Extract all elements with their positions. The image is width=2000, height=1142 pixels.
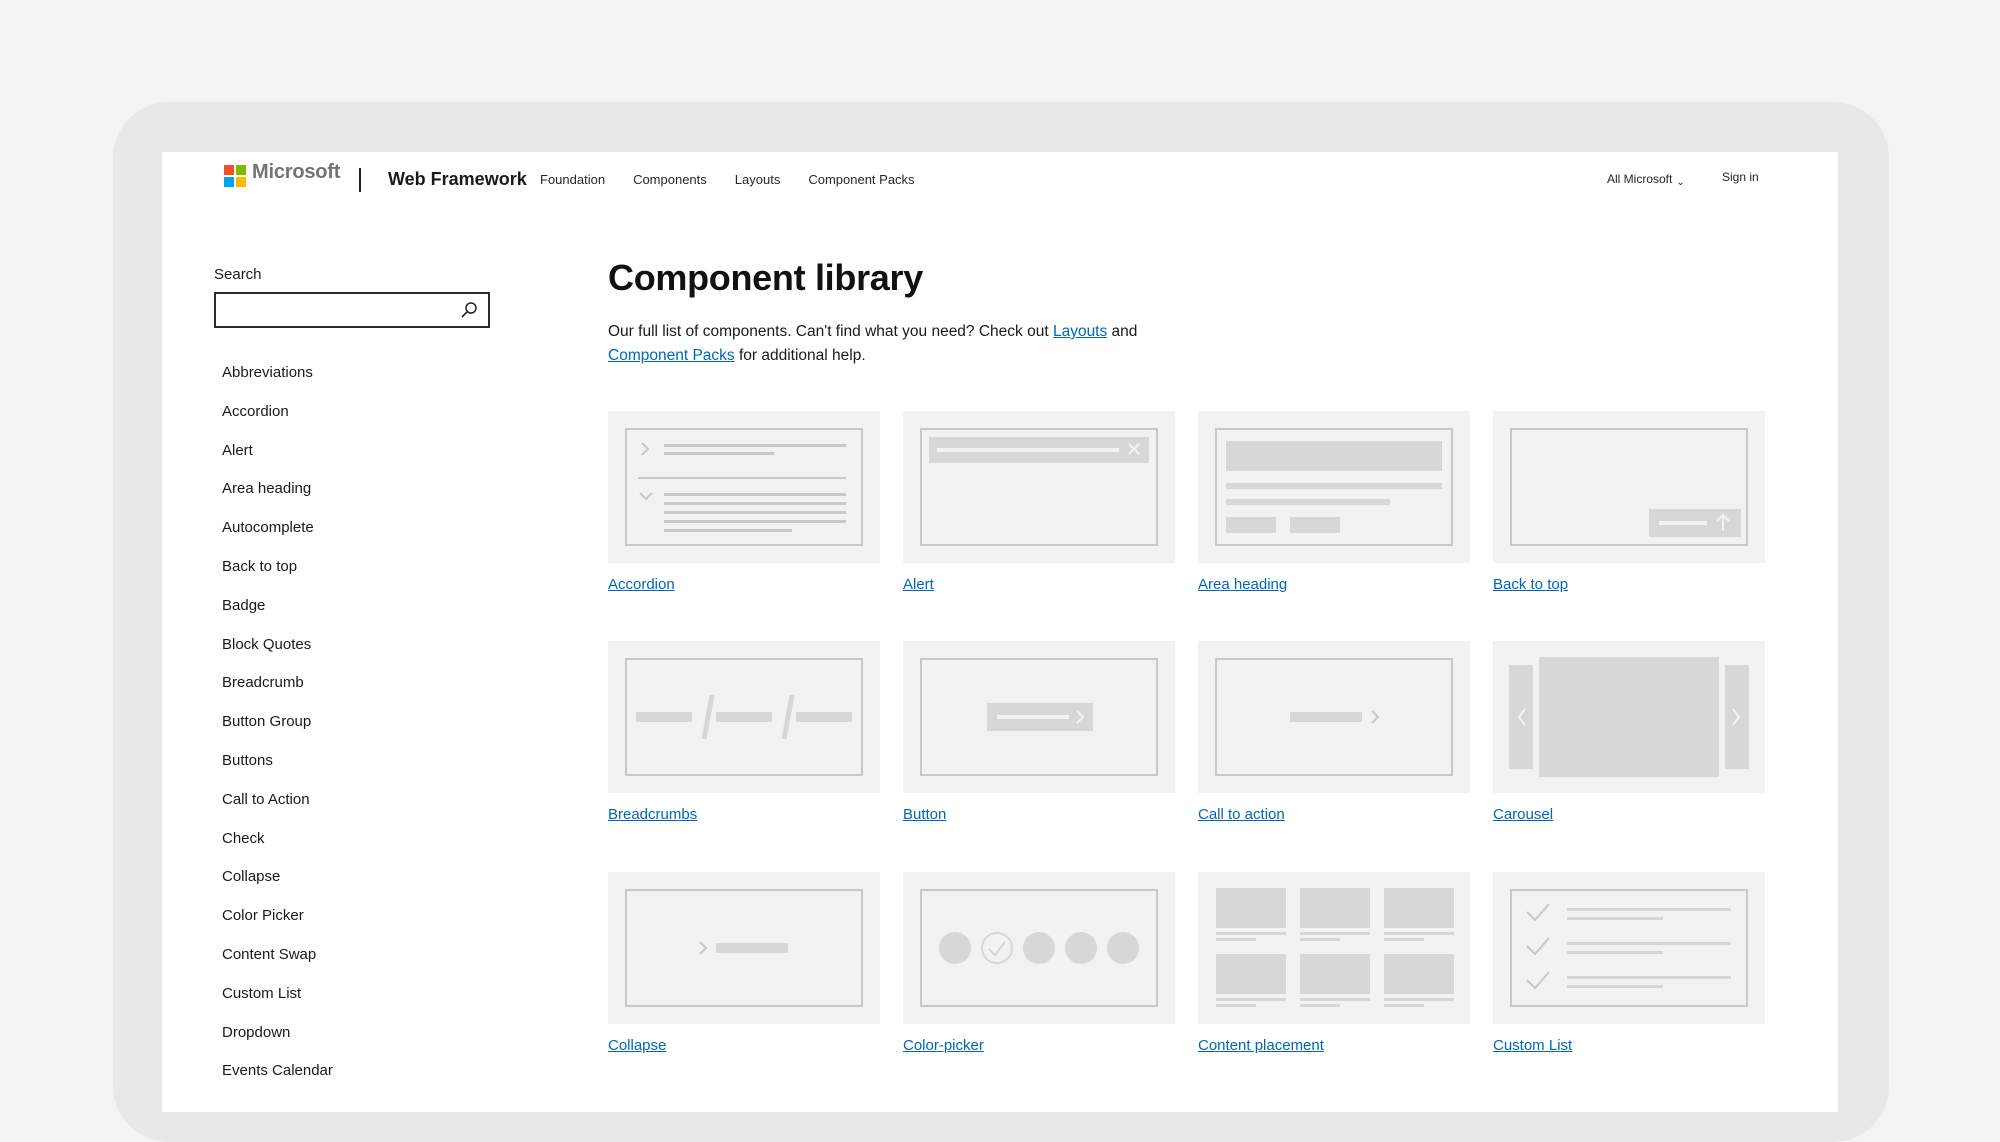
card-link-area-heading[interactable]: Area heading [1198,576,1470,593]
component-card-color-picker: Color-picker [903,872,1175,1054]
sidebar-item-alert[interactable]: Alert [222,441,333,480]
area-heading-thumbnail[interactable] [1198,411,1470,563]
component-card-custom-list: Custom List [1493,872,1765,1054]
site-title[interactable]: Web Framework [388,169,527,190]
component-packs-link[interactable]: Component Packs [608,347,735,364]
card-link-content-placement[interactable]: Content placement [1198,1037,1470,1054]
component-card-back-to-top: Back to top [1493,411,1765,593]
component-card-alert: Alert [903,411,1175,593]
card-link-button[interactable]: Button [903,806,1175,823]
browser-viewport: Microsoft Web Framework Foundation Compo… [162,152,1838,1112]
site-header: Microsoft Web Framework Foundation Compo… [162,152,1838,212]
sidebar-item-abbreviations[interactable]: Abbreviations [222,363,333,402]
carousel-thumbnail[interactable] [1493,641,1765,793]
card-link-call-to-action[interactable]: Call to action [1198,806,1470,823]
chevron-down-icon: ⌄ [1676,177,1685,188]
alert-thumbnail[interactable] [903,411,1175,563]
all-microsoft-menu[interactable]: All Microsoft ⌄ [1607,172,1685,188]
search-input[interactable] [222,294,456,326]
sidebar-item-back-to-top[interactable]: Back to top [222,557,333,596]
nav-components[interactable]: Components [633,172,707,187]
component-card-carousel: Carousel [1493,641,1765,823]
component-card-content-placement: Content placement [1198,872,1470,1054]
component-card-area-heading: Area heading [1198,411,1470,593]
card-link-breadcrumbs[interactable]: Breadcrumbs [608,806,880,823]
back-to-top-illustration-icon [1510,428,1748,546]
button-illustration-icon [920,658,1158,776]
layouts-link[interactable]: Layouts [1053,323,1107,340]
alert-illustration-icon [920,428,1158,546]
button-thumbnail[interactable] [903,641,1175,793]
breadcrumbs-illustration-icon [625,658,863,776]
sidebar-item-color-picker[interactable]: Color Picker [222,906,333,945]
component-sidebar-nav: Abbreviations Accordion Alert Area headi… [222,363,333,1100]
component-card-call-to-action: Call to action [1198,641,1470,823]
component-card-accordion: Accordion [608,411,880,593]
sign-in-link[interactable]: Sign in [1722,170,1759,184]
top-navigation: Foundation Components Layouts Component … [540,172,915,187]
area-heading-illustration-icon [1215,428,1453,546]
call-to-action-illustration-icon [1215,658,1453,776]
collapse-illustration-icon [625,889,863,1007]
all-microsoft-label: All Microsoft [1607,172,1673,186]
sidebar-item-content-swap[interactable]: Content Swap [222,945,333,984]
sidebar-item-check[interactable]: Check [222,829,333,868]
sidebar-item-collapse[interactable]: Collapse [222,867,333,906]
sidebar-item-badge[interactable]: Badge [222,596,333,635]
accordion-illustration-icon [625,428,863,546]
microsoft-wordmark[interactable]: Microsoft [252,161,340,184]
component-card-button: Button [903,641,1175,823]
component-card-breadcrumbs: Breadcrumbs [608,641,880,823]
sidebar-item-call-to-action[interactable]: Call to Action [222,790,333,829]
sidebar-item-area-heading[interactable]: Area heading [222,479,333,518]
carousel-illustration-icon [1509,657,1749,777]
card-link-back-to-top[interactable]: Back to top [1493,576,1765,593]
custom-list-illustration-icon [1510,889,1748,1007]
card-link-collapse[interactable]: Collapse [608,1037,880,1054]
microsoft-logo-icon[interactable] [224,165,246,187]
search-label: Search [214,266,262,283]
sidebar-item-button-group[interactable]: Button Group [222,712,333,751]
intro-text-start: Our full list of components. Can't find … [608,323,1053,340]
card-link-accordion[interactable]: Accordion [608,576,880,593]
intro-text-mid: and [1107,323,1138,340]
nav-layouts[interactable]: Layouts [735,172,781,187]
call-to-action-thumbnail[interactable] [1198,641,1470,793]
card-link-carousel[interactable]: Carousel [1493,806,1765,823]
sidebar-item-autocomplete[interactable]: Autocomplete [222,518,333,557]
breadcrumbs-thumbnail[interactable] [608,641,880,793]
sidebar-item-dropdown[interactable]: Dropdown [222,1023,333,1062]
card-link-color-picker[interactable]: Color-picker [903,1037,1175,1054]
sidebar-item-buttons[interactable]: Buttons [222,751,333,790]
nav-foundation[interactable]: Foundation [540,172,605,187]
accordion-thumbnail[interactable] [608,411,880,563]
card-link-alert[interactable]: Alert [903,576,1175,593]
intro-text: Our full list of components. Can't find … [608,320,1168,368]
back-to-top-thumbnail[interactable] [1493,411,1765,563]
content-placement-illustration-icon [1216,888,1454,1007]
search-box [214,292,490,328]
color-picker-thumbnail[interactable] [903,872,1175,1024]
custom-list-thumbnail[interactable] [1493,872,1765,1024]
color-picker-illustration-icon [920,889,1158,1007]
search-icon[interactable] [460,301,478,319]
intro-text-end: for additional help. [734,347,866,364]
sidebar-item-custom-list[interactable]: Custom List [222,984,333,1023]
collapse-thumbnail[interactable] [608,872,880,1024]
sidebar-item-accordion[interactable]: Accordion [222,402,333,441]
sidebar-item-events-calendar[interactable]: Events Calendar [222,1061,333,1100]
content-placement-thumbnail[interactable] [1198,872,1470,1024]
card-link-custom-list[interactable]: Custom List [1493,1037,1765,1054]
header-divider [359,168,361,192]
component-card-collapse: Collapse [608,872,880,1054]
sidebar-item-block-quotes[interactable]: Block Quotes [222,635,333,674]
sidebar-item-breadcrumb[interactable]: Breadcrumb [222,673,333,712]
nav-component-packs[interactable]: Component Packs [808,172,914,187]
page-title: Component library [608,257,923,298]
